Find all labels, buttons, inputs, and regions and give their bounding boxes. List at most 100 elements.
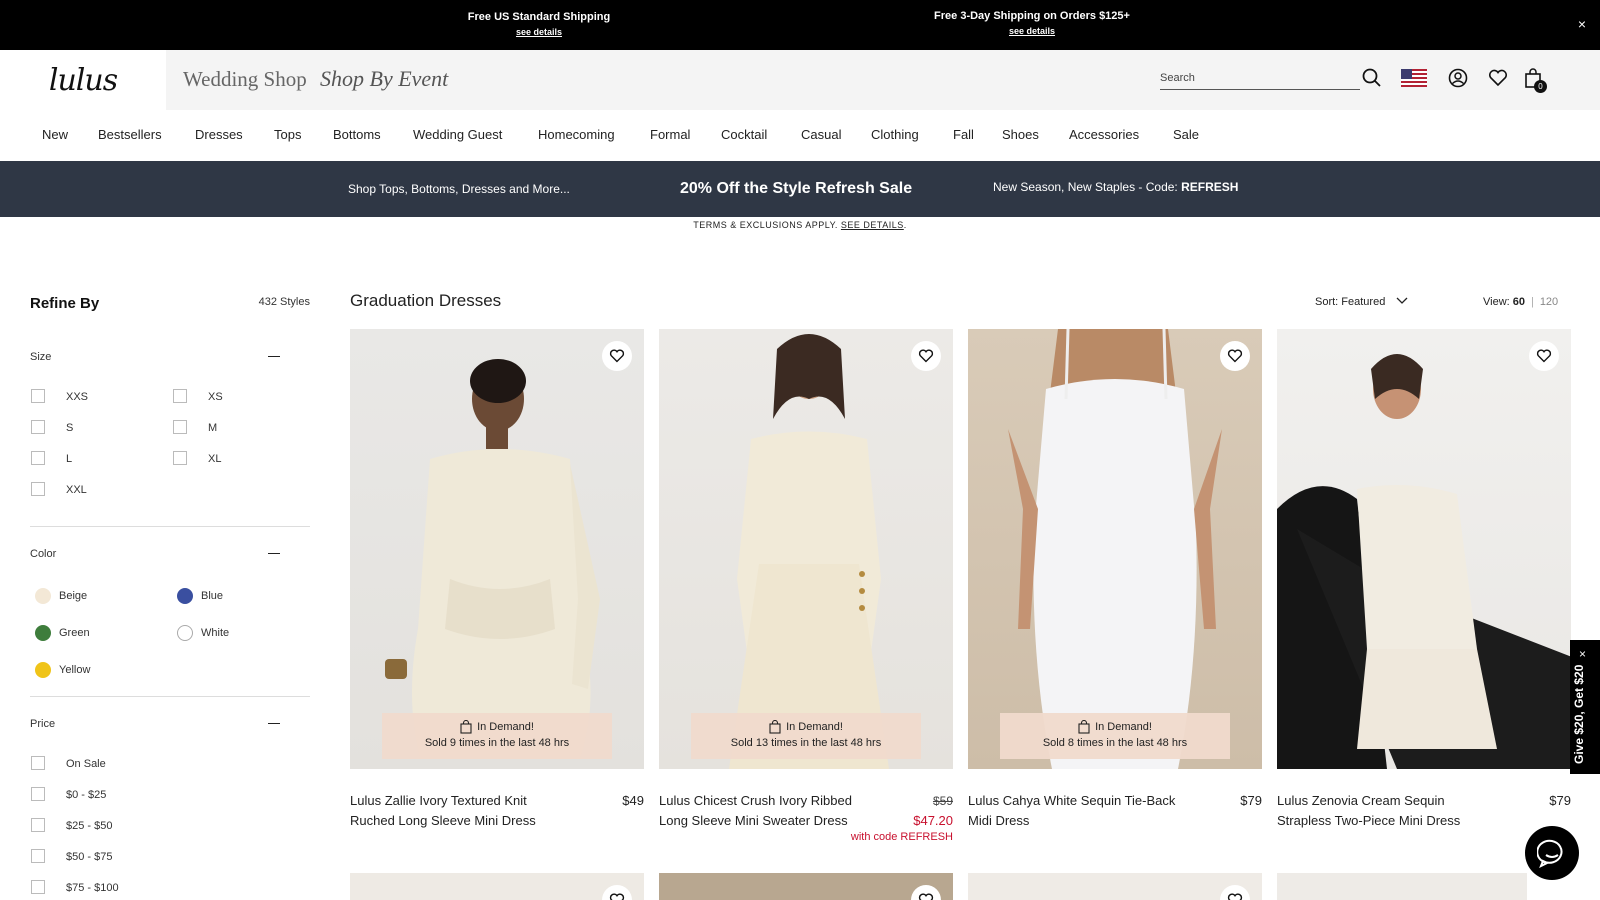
refine-by-title: Refine By [30,295,100,312]
promo-code-text: New Season, New Staples - Code: REFRESH [993,180,1238,194]
chat-button[interactable] [1525,826,1579,880]
see-details-link-left[interactable]: see details [409,25,669,39]
nav-item-bottoms[interactable]: Bottoms [333,127,381,142]
product-image[interactable]: In Demand! Sold 9 times in the last 48 h… [350,329,644,769]
view-60-option[interactable]: 60 [1513,296,1525,308]
size-xs-checkbox[interactable] [173,389,187,403]
product-card-partial[interactable] [659,873,953,900]
product-price: $79 [1549,793,1571,808]
account-icon[interactable] [1447,67,1469,89]
product-name[interactable]: Lulus Chicest Crush Ivory Ribbed Long Sl… [659,791,879,831]
product-card[interactable]: In Demand! Sold 9 times in the last 48 h… [350,329,644,828]
promo-banner[interactable]: Shop Tops, Bottoms, Dresses and More... … [0,161,1600,217]
color-green-swatch[interactable] [35,625,51,641]
collapse-price-icon[interactable] [268,723,280,724]
referral-tab[interactable]: × Give $20, Get $20 [1570,640,1600,774]
nav-item-casual[interactable]: Casual [801,127,841,142]
badge-text: Sold 8 times in the last 48 hrs [1042,737,1188,749]
nav-item-bestsellers[interactable]: Bestsellers [98,127,162,142]
price-75-100-checkbox[interactable] [31,880,45,894]
price-on-sale-checkbox[interactable] [31,756,45,770]
nav-item-sale[interactable]: Sale [1173,127,1199,142]
nav-item-shoes[interactable]: Shoes [1002,127,1039,142]
nav-item-homecoming[interactable]: Homecoming [538,127,615,142]
size-xxs-label: XXS [66,391,89,403]
filter-divider [30,526,310,527]
view-120-option[interactable]: 120 [1540,296,1558,308]
add-to-wishlist-button[interactable] [602,341,632,371]
price-filter-title[interactable]: Price [30,718,55,730]
collapse-size-icon[interactable] [268,356,280,357]
nav-item-dresses[interactable]: Dresses [195,127,243,142]
nav-item-new[interactable]: New [42,127,68,142]
product-card-partial[interactable] [1277,873,1527,900]
price-50-75-checkbox[interactable] [31,849,45,863]
main-nav: New Bestsellers Dresses Tops Bottoms Wed… [0,110,1600,161]
price-25-50-checkbox[interactable] [31,818,45,832]
add-to-wishlist-button[interactable] [911,885,941,900]
see-details-link-right[interactable]: see details [902,24,1162,38]
product-card[interactable]: In Demand! Sold 13 times in the last 48 … [659,329,953,843]
size-xxl-checkbox[interactable] [31,482,45,496]
promo-left-text: Shop Tops, Bottoms, Dresses and More... [348,182,570,196]
add-to-wishlist-button[interactable] [1529,341,1559,371]
add-to-wishlist-button[interactable] [911,341,941,371]
badge-title: In Demand! [477,721,534,733]
add-to-wishlist-button[interactable] [1220,341,1250,371]
add-to-wishlist-button[interactable] [1220,885,1250,900]
us-flag-icon[interactable] [1401,68,1427,88]
wedding-shop-link[interactable]: Wedding Shop [183,67,307,92]
nav-item-cocktail[interactable]: Cocktail [721,127,767,142]
product-name[interactable]: Lulus Zenovia Cream Sequin Strapless Two… [1277,791,1497,831]
cart-count-badge: 0 [1534,80,1547,93]
in-demand-badge: In Demand! Sold 13 times in the last 48 … [691,713,921,759]
nav-item-wedding-guest[interactable]: Wedding Guest [413,127,502,142]
terms-see-details-link[interactable]: SEE DETAILS [841,220,904,230]
product-card-partial[interactable] [968,873,1262,900]
search-icon[interactable] [1361,67,1383,89]
shipping-title-right: Free 3-Day Shipping on Orders $125+ [934,10,1130,22]
search-input[interactable]: Search [1160,70,1360,90]
lulus-logo[interactable]: lulus [0,50,166,110]
nav-item-clothing[interactable]: Clothing [871,127,919,142]
size-xxs-checkbox[interactable] [31,389,45,403]
shopping-bag-icon [460,720,472,734]
wishlist-heart-icon[interactable] [1487,67,1509,89]
nav-item-formal[interactable]: Formal [650,127,690,142]
shipping-message-left: Free US Standard Shipping see details [409,10,669,39]
in-demand-badge: In Demand! Sold 9 times in the last 48 h… [382,713,612,759]
nav-item-fall[interactable]: Fall [953,127,974,142]
shopping-bag-icon [769,720,781,734]
price-0-25-checkbox[interactable] [31,787,45,801]
product-image[interactable] [1277,329,1571,769]
size-l-label: L [66,453,73,465]
add-to-wishlist-button[interactable] [602,885,632,900]
product-name[interactable]: Lulus Zallie Ivory Textured Knit Ruched … [350,791,570,831]
collapse-color-icon[interactable] [268,553,280,554]
product-card-partial[interactable] [350,873,644,900]
product-name[interactable]: Lulus Cahya White Sequin Tie-Back Midi D… [968,791,1188,831]
announcement-bar: Free US Standard Shipping see details Fr… [0,0,1600,50]
size-l-checkbox[interactable] [31,451,45,465]
size-filter-title[interactable]: Size [30,351,51,363]
size-s-checkbox[interactable] [31,420,45,434]
nav-item-tops[interactable]: Tops [274,127,301,142]
close-announcement-button[interactable]: × [1578,16,1586,32]
sort-dropdown[interactable]: Sort: Featured [1315,296,1408,308]
styles-count: 432 Styles [258,296,310,308]
product-card[interactable]: In Demand! Sold 8 times in the last 48 h… [968,329,1262,828]
product-card[interactable]: Lulus Zenovia Cream Sequin Strapless Two… [1277,329,1571,828]
shop-by-event-link[interactable]: Shop By Event [320,66,448,92]
size-xl-checkbox[interactable] [173,451,187,465]
color-filter-title[interactable]: Color [30,548,56,560]
size-m-checkbox[interactable] [173,420,187,434]
nav-item-accessories[interactable]: Accessories [1069,127,1139,142]
color-green-label: Green [59,627,90,639]
shipping-title-left: Free US Standard Shipping [467,11,611,23]
product-image[interactable]: In Demand! Sold 13 times in the last 48 … [659,329,953,769]
color-yellow-swatch[interactable] [35,662,51,678]
product-image[interactable]: In Demand! Sold 8 times in the last 48 h… [968,329,1262,769]
color-beige-swatch[interactable] [35,588,51,604]
color-blue-swatch[interactable] [177,588,193,604]
color-white-swatch[interactable] [177,625,193,641]
